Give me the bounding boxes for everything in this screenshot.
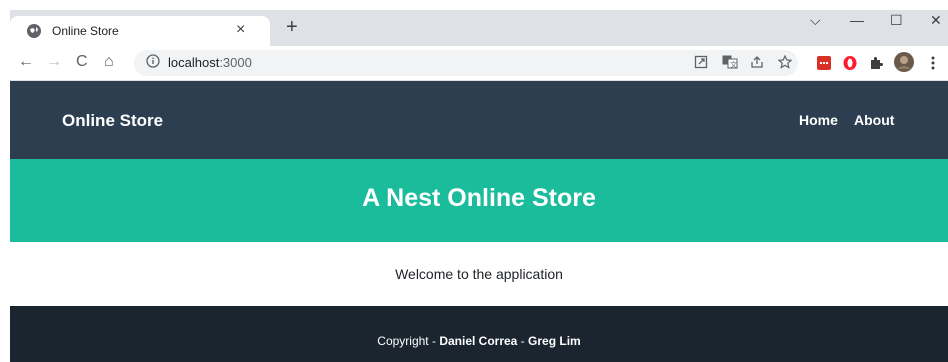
close-window-button[interactable]: ✕ (930, 12, 942, 29)
navbar-brand[interactable]: Online Store (62, 111, 163, 131)
menu-icon[interactable] (930, 55, 946, 71)
back-button[interactable]: ← (18, 52, 34, 72)
tab-search-chevron-icon[interactable]: ⌵ (810, 12, 821, 29)
site-info-icon[interactable] (146, 54, 160, 68)
profile-avatar-icon[interactable] (894, 52, 914, 72)
bookmark-star-icon[interactable] (777, 54, 794, 71)
hero-banner: A Nest Online Store (10, 159, 948, 242)
opera-icon[interactable] (842, 55, 858, 71)
url-host: localhost (168, 55, 220, 70)
tab-close-icon[interactable]: × (236, 21, 245, 39)
home-button[interactable]: ⌂ (104, 52, 114, 72)
nav-link-home[interactable]: Home (799, 112, 838, 128)
extensions-puzzle-icon[interactable] (868, 55, 884, 71)
author-link-daniel[interactable]: Daniel Correa (439, 334, 517, 348)
welcome-message: Welcome to the application (395, 266, 563, 282)
forward-button[interactable]: → (46, 52, 62, 72)
tab-title: Online Store (52, 24, 119, 38)
browser-toolbar: ← → C ⌂ localhost:3000 文 (10, 46, 948, 81)
copyright-line: Copyright - Daniel Correa - Greg Lim (10, 334, 948, 348)
site-navbar: Online Store Home About (10, 81, 948, 159)
open-in-app-icon[interactable] (694, 55, 710, 71)
extension-red-icon[interactable] (816, 55, 832, 71)
author-separator: - (517, 334, 529, 348)
copyright-prefix: Copyright - (377, 334, 440, 348)
browser-tab-strip: Online Store × + ⌵ — ☐ ✕ (10, 10, 948, 46)
browser-tab[interactable]: Online Store × (10, 16, 270, 46)
maximize-button[interactable]: ☐ (890, 12, 903, 29)
author-link-greg[interactable]: Greg Lim (528, 334, 581, 348)
hero-title: A Nest Online Store (362, 184, 596, 212)
url-port: :3000 (219, 55, 252, 70)
url-text[interactable]: localhost:3000 (168, 55, 252, 70)
translate-icon[interactable]: 文 (722, 55, 738, 71)
globe-favicon-icon (26, 23, 42, 39)
nav-link-about[interactable]: About (854, 112, 894, 128)
svg-text:文: 文 (730, 60, 737, 69)
new-tab-button[interactable]: + (286, 17, 298, 37)
share-icon[interactable] (750, 55, 766, 71)
minimize-button[interactable]: — (850, 12, 864, 28)
site-footer: Copyright - Daniel Correa - Greg Lim (10, 306, 948, 362)
reload-button[interactable]: C (76, 52, 88, 72)
